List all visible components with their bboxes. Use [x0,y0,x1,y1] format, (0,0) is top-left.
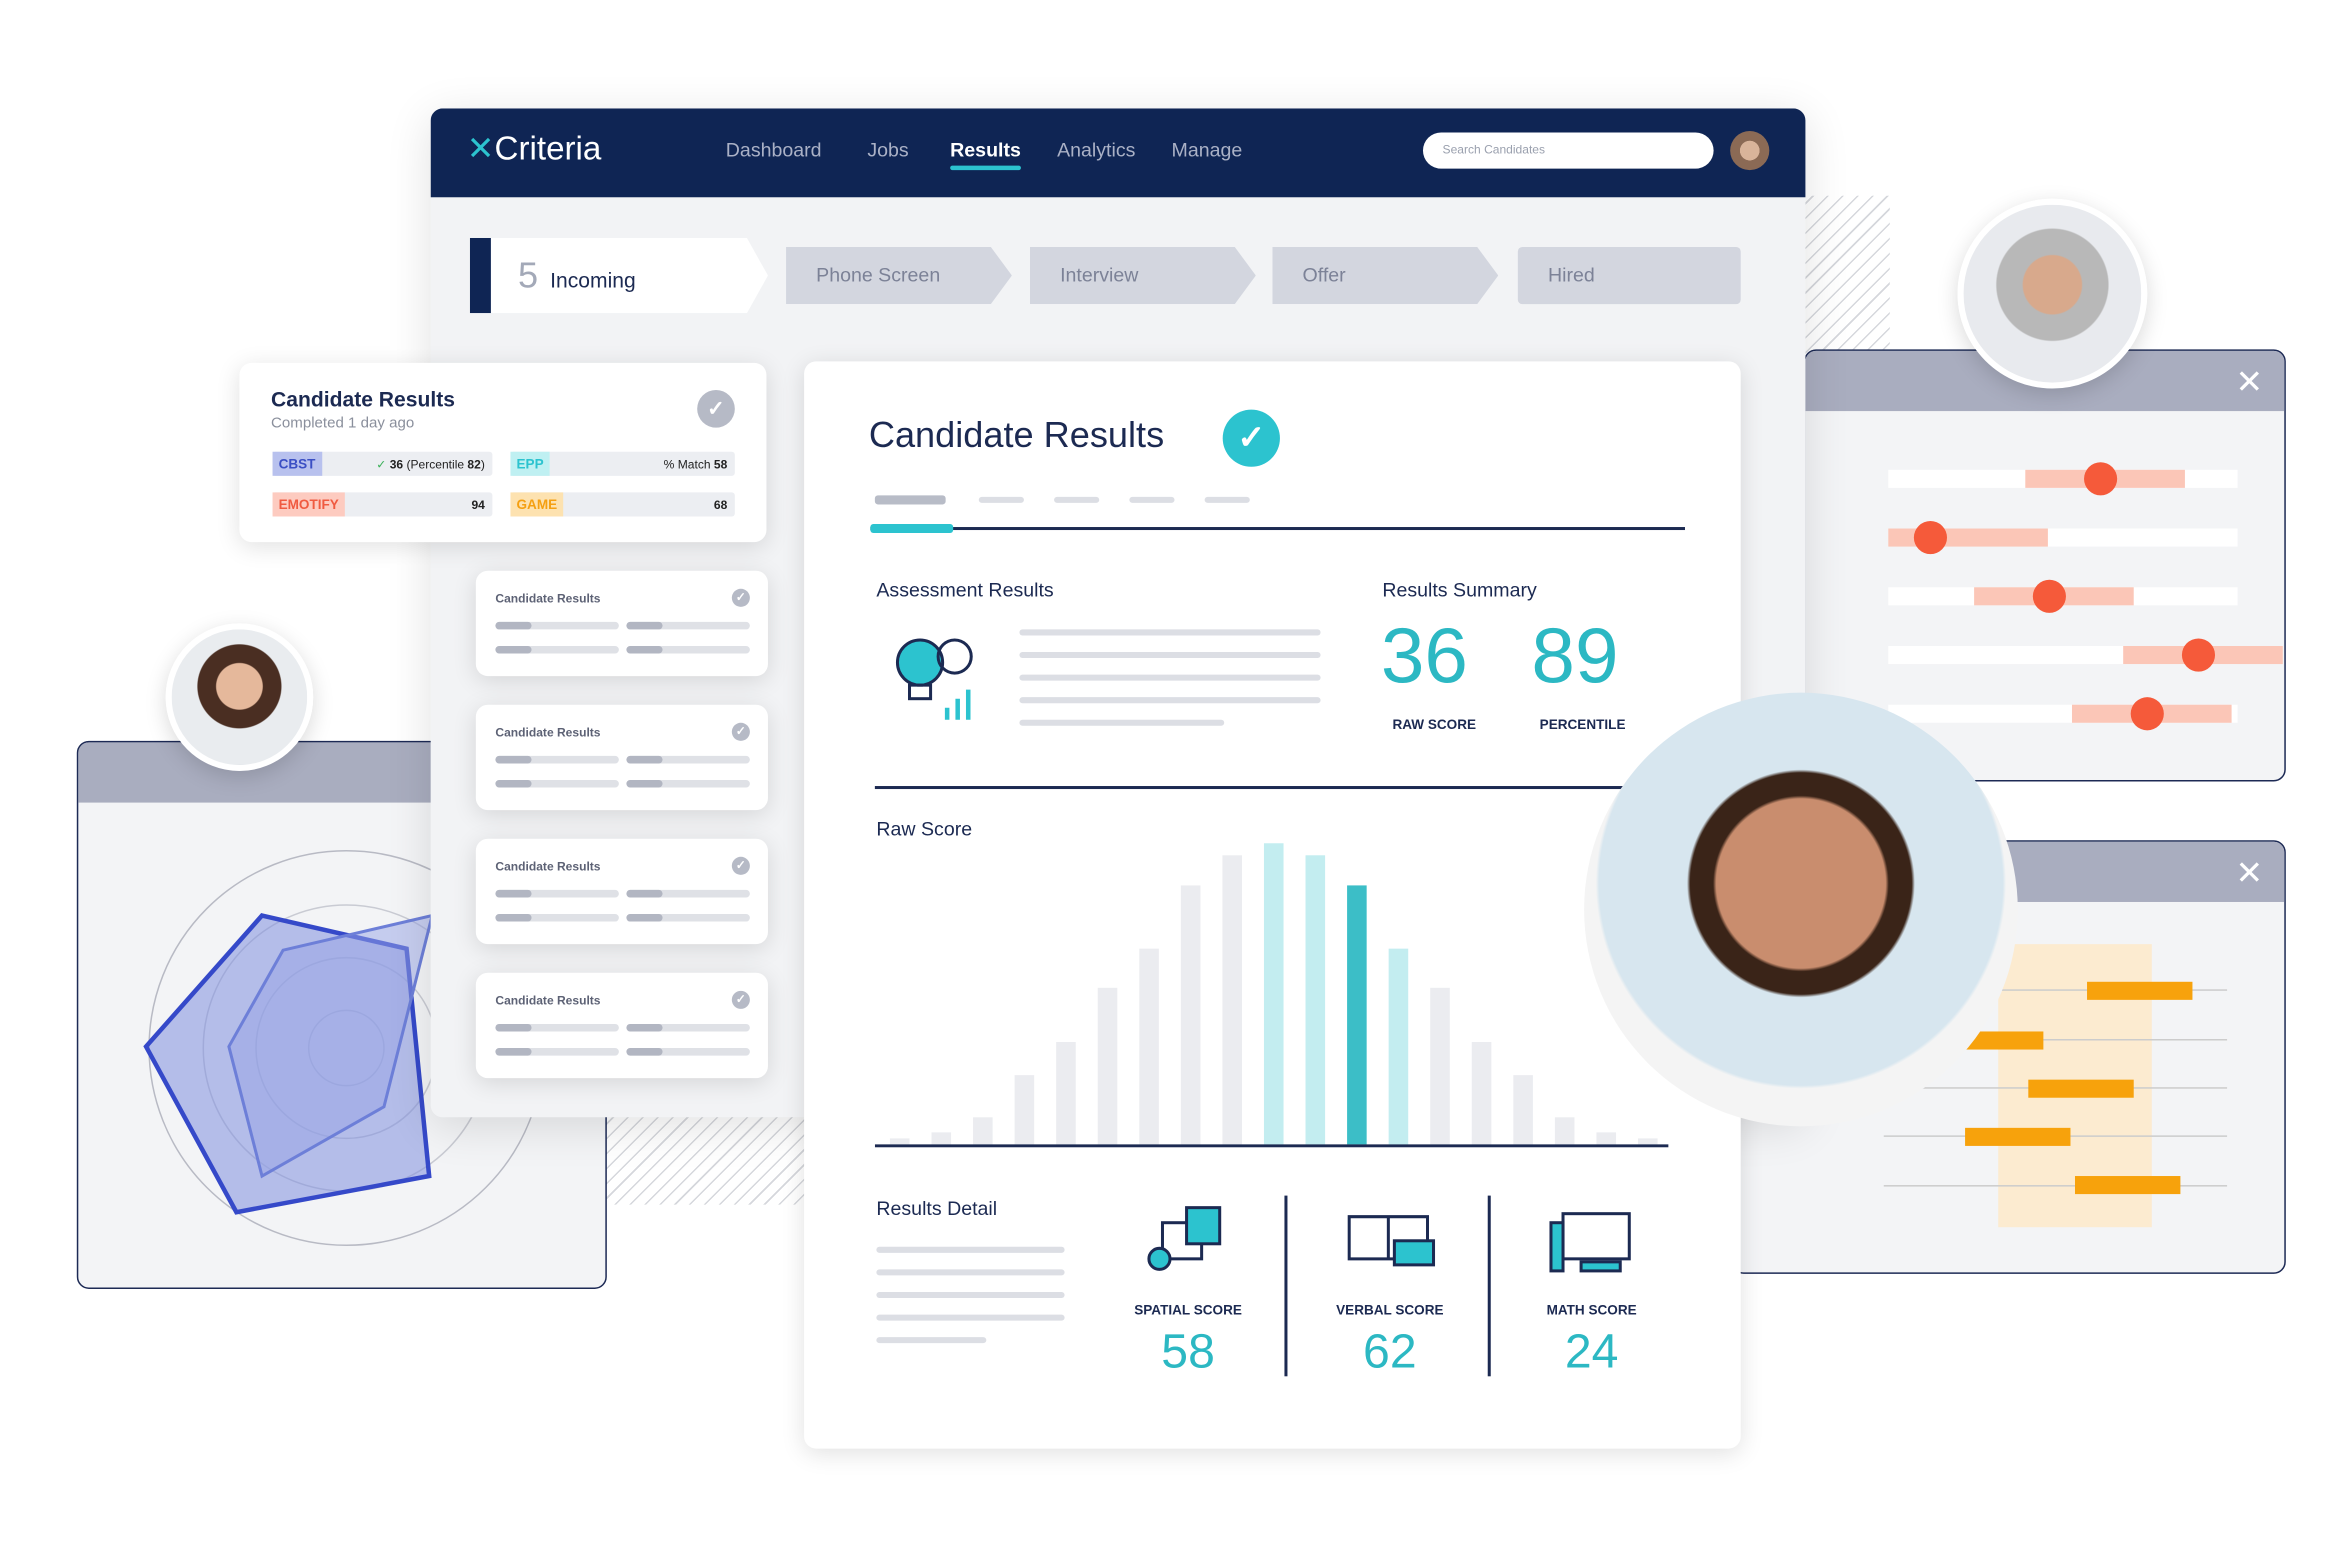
close-icon[interactable]: ✕ [2235,363,2263,402]
stage-phone-screen[interactable]: Phone Screen [786,247,1012,304]
check-icon: ✓ [731,990,750,1009]
histogram-bar [1139,948,1159,1145]
score-spatial: SPATIAL SCORE 58 [1120,1202,1256,1380]
nav-analytics[interactable]: Analytics [1057,139,1135,162]
histogram-bar [1554,1117,1575,1145]
check-icon: ✓ [1222,409,1280,467]
mini-card-title: Candidate Results [495,725,601,740]
card-subtitle: Completed 1 day ago [271,415,415,433]
test-game: GAME 68 [510,492,735,517]
math-board-icon [1549,1212,1631,1273]
results-summary-heading: Results Summary [1382,578,1537,601]
check-icon: ✓ [731,856,750,875]
mini-card-title: Candidate Results [495,993,601,1008]
trait-slider[interactable] [1805,521,2242,555]
histogram-bar [1305,855,1326,1145]
histogram-bar [1347,885,1367,1145]
mini-result-card[interactable]: Candidate Results ✓ [475,704,768,811]
nav-jobs[interactable]: Jobs [867,139,908,162]
histogram-bar [1513,1075,1533,1145]
mini-result-card[interactable]: Candidate Results ✓ [475,570,768,677]
histogram-bar [973,1117,993,1145]
histogram-bar [1222,855,1242,1145]
histogram-bar [1596,1132,1617,1145]
blocks-icon [1147,1206,1222,1271]
trait-slider[interactable] [1805,579,2242,613]
test-epp: EPP% Match 58 [510,451,735,476]
slider-handle[interactable] [1913,521,1947,555]
candidate-summary-card[interactable]: Candidate Results Completed 1 day ago ✓ … [239,362,767,543]
trait-slider[interactable] [1805,462,2242,496]
book-chat-icon [1347,1215,1436,1267]
search-input[interactable]: Search Candidates [1422,132,1714,169]
tab-strip[interactable] [870,527,1685,531]
card-title: Candidate Results [271,386,455,412]
mini-card-title: Candidate Results [495,591,601,606]
histogram-bar [1014,1075,1035,1145]
score-verbal: VERBAL SCORE 62 [1322,1202,1458,1380]
histogram-bar [931,1132,952,1145]
histogram-bar [1638,1138,1658,1145]
histogram-bar [1180,885,1201,1145]
raw-score-label: RAW SCORE [1392,716,1477,732]
nav-results[interactable]: Results [950,139,1021,171]
mini-card-title: Candidate Results [495,859,601,874]
raw-score-histogram [874,843,1669,1148]
nav-dashboard[interactable]: Dashboard [726,139,822,162]
score-math: MATH SCORE 24 [1524,1202,1660,1380]
mini-result-card[interactable]: Candidate Results ✓ [475,972,768,1079]
test-emotify: EMOTIFY 94 [272,492,493,517]
histogram-bar [1471,1042,1492,1145]
main-title: Candidate Results [868,415,1165,457]
check-icon: ✓ [731,722,750,741]
stage-interview[interactable]: Interview [1030,247,1256,304]
check-icon: ✓ [697,390,735,428]
candidate-avatar-man [1584,692,2018,1127]
candidate-avatar-older-woman [1957,198,2148,389]
score-value: 58 [1161,1323,1215,1378]
user-avatar[interactable] [1730,131,1770,171]
score-label: SPATIAL SCORE [1134,1302,1242,1318]
slider-handle[interactable] [2131,697,2165,731]
score-value: 62 [1363,1323,1417,1378]
mini-result-card[interactable]: Candidate Results ✓ [475,838,768,945]
histogram-bar [1097,987,1118,1145]
percentile-value: 89 [1531,612,1619,701]
slider-handle[interactable] [2032,579,2066,613]
nav-manage[interactable]: Manage [1172,139,1243,162]
histogram-bar [1430,987,1450,1145]
slider-handle[interactable] [2083,462,2117,496]
lightbulb-gear-icon [895,638,973,720]
decorative-hatch [602,1114,814,1205]
slider-handle[interactable] [2182,638,2216,672]
check-icon: ✓ [731,588,750,607]
percentile-label: PERCENTILE [1539,716,1626,732]
candidate-avatar-woman [165,623,314,771]
score-value: 24 [1564,1323,1619,1378]
criteria-logo[interactable]: ✕Criteria [467,129,602,168]
score-label: MATH SCORE [1546,1302,1637,1318]
stage-offer[interactable]: Offer [1272,247,1498,304]
stage-incoming[interactable]: 5 Incoming [470,238,768,313]
test-cbst: CBST ✓ 36 (Percentile 82) [272,451,493,476]
results-detail-heading: Results Detail [876,1197,998,1220]
histogram-bar [1056,1042,1076,1145]
top-nav: ✕Criteria Dashboard Jobs Results Analyti… [430,108,1806,198]
stage-hired[interactable]: Hired [1517,246,1741,305]
histogram-bar [1388,948,1409,1145]
trait-slider[interactable] [1805,638,2283,672]
histogram-bar [1263,843,1284,1145]
close-icon[interactable]: ✕ [2235,854,2263,893]
histogram-bar [889,1138,910,1145]
score-label: VERBAL SCORE [1336,1302,1444,1318]
assessment-results-heading: Assessment Results [876,578,1054,601]
raw-score-value: 36 [1380,612,1468,701]
